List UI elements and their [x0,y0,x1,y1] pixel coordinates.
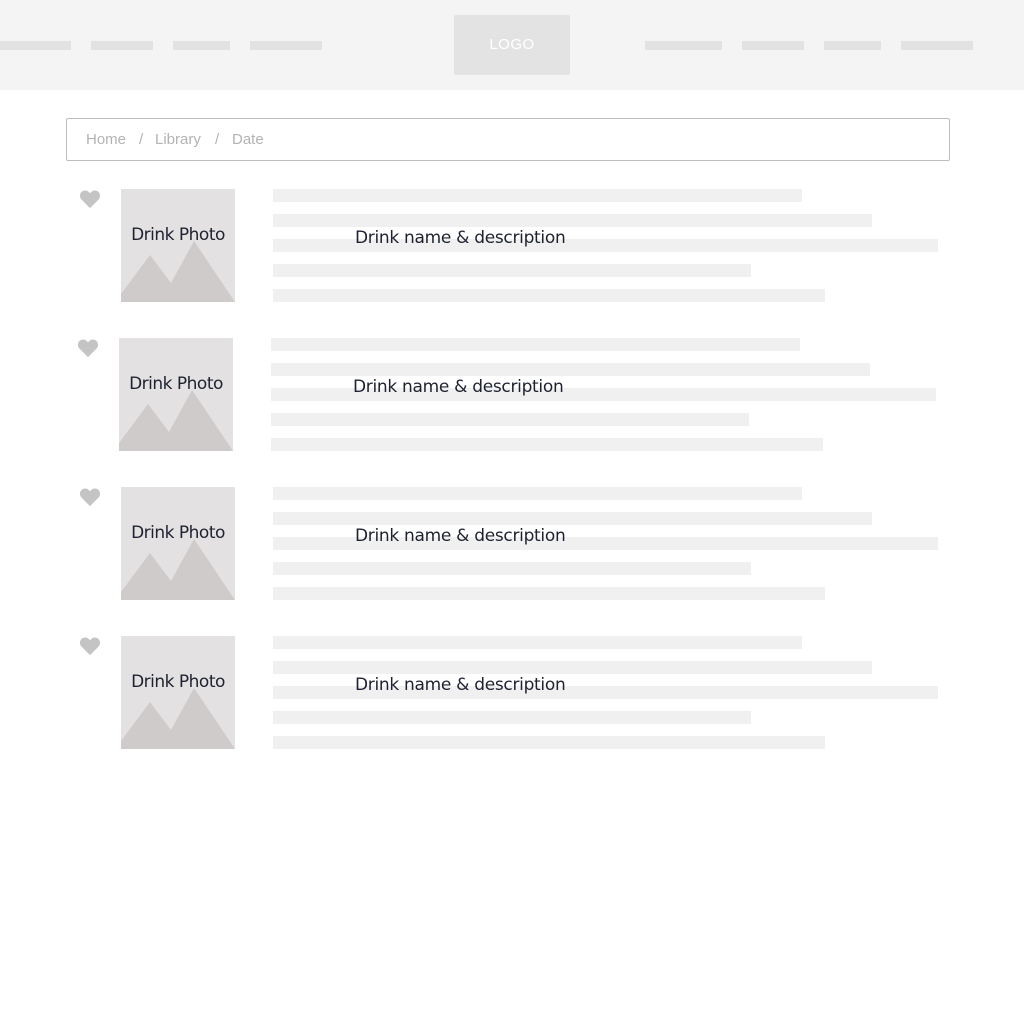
drink-photo-label: Drink Photo [131,523,225,543]
top-navigation: LOGO [0,0,1024,90]
breadcrumb-library[interactable]: Library [155,119,201,160]
drink-list-item[interactable]: Drink Photo Drink name & description [0,189,1024,303]
breadcrumb-separator: / [139,131,144,148]
text-placeholder-line [273,512,872,525]
nav-link-placeholder[interactable] [91,41,153,50]
text-placeholder-line [273,711,751,724]
breadcrumb-separator: / [215,131,220,148]
nav-link-placeholder[interactable] [901,41,973,50]
nav-link-placeholder[interactable] [645,41,722,50]
drink-description[interactable]: Drink name & description [353,377,564,397]
nav-link-placeholder[interactable] [250,41,322,50]
text-placeholder-line [273,214,872,227]
image-placeholder-icon [121,539,235,600]
heart-icon[interactable] [79,189,101,209]
drink-photo[interactable]: Drink Photo [119,338,233,451]
heart-icon[interactable] [79,487,101,507]
text-placeholder-line [273,562,751,575]
breadcrumb-date[interactable]: Date [232,119,264,160]
text-placeholder-line [271,413,749,426]
heart-icon[interactable] [77,338,99,358]
breadcrumb: Home / Library / Date [66,118,950,161]
text-placeholder-line [273,636,802,649]
text-placeholder-line [273,289,825,302]
text-placeholder-line [273,264,751,277]
image-placeholder-icon [121,688,235,749]
heart-icon[interactable] [79,636,101,656]
text-placeholder-line [273,189,802,202]
nav-link-placeholder[interactable] [0,41,71,50]
drink-list-item[interactable]: Drink Photo Drink name & description [0,338,1024,452]
text-placeholder-line [273,661,872,674]
text-placeholder-line [273,487,802,500]
drink-description[interactable]: Drink name & description [355,228,566,248]
nav-link-placeholder[interactable] [173,41,230,50]
drink-photo[interactable]: Drink Photo [121,189,235,302]
drink-list-item[interactable]: Drink Photo Drink name & description [0,487,1024,601]
drink-list-item[interactable]: Drink Photo Drink name & description [0,636,1024,750]
drink-description[interactable]: Drink name & description [355,675,566,695]
drink-photo-label: Drink Photo [131,225,225,245]
drink-description[interactable]: Drink name & description [355,526,566,546]
breadcrumb-home[interactable]: Home [86,119,126,160]
image-placeholder-icon [119,390,233,451]
drink-photo[interactable]: Drink Photo [121,636,235,749]
drink-photo-label: Drink Photo [129,374,223,394]
nav-link-placeholder[interactable] [824,41,881,50]
nav-link-placeholder[interactable] [742,41,804,50]
text-placeholder-line [271,363,870,376]
drink-photo[interactable]: Drink Photo [121,487,235,600]
drink-photo-label: Drink Photo [131,672,225,692]
text-placeholder-line [273,736,825,749]
text-placeholder-line [271,438,823,451]
text-placeholder-line [273,587,825,600]
image-placeholder-icon [121,241,235,302]
logo[interactable]: LOGO [454,15,570,75]
text-placeholder-line [271,338,800,351]
